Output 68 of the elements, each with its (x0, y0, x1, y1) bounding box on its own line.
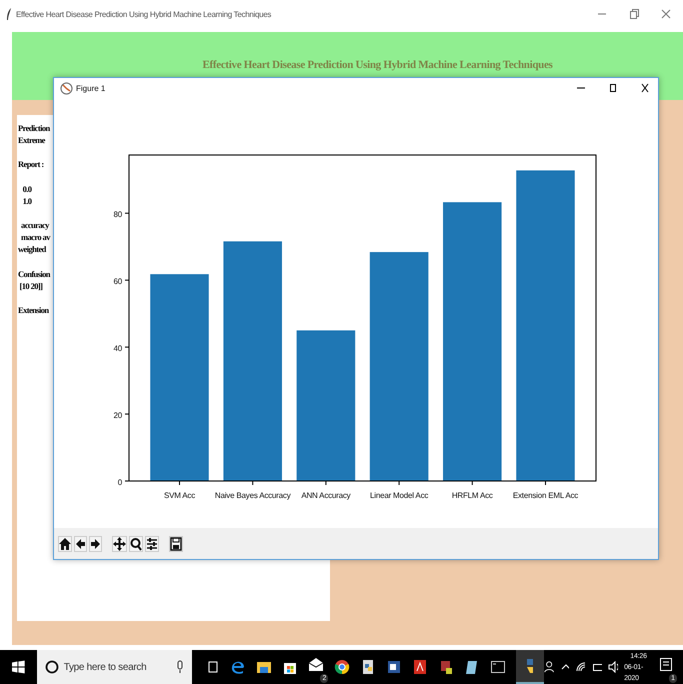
wifi-icon[interactable] (575, 661, 586, 673)
save-icon[interactable] (169, 536, 183, 552)
output-line: Report : (18, 159, 44, 170)
output-line: Extreme (18, 135, 45, 146)
search-field[interactable]: Type here to search (36, 650, 192, 684)
tick-mark (398, 480, 400, 486)
output-line: 0.0 (22, 184, 32, 194)
output-line: Prediction (18, 123, 50, 133)
output-line: weighted (18, 244, 46, 254)
figure-title: Figure 1 (76, 84, 106, 92)
x-tick-label: HRFLM Acc (452, 491, 493, 500)
feather-icon (6, 8, 12, 20)
tick-mark (472, 480, 473, 486)
microphone-icon[interactable] (176, 660, 184, 674)
output-line: [10 20]] (18, 280, 42, 291)
output-line: accuracy (20, 220, 49, 230)
tick-mark (325, 480, 326, 486)
person-icon[interactable] (544, 660, 555, 674)
output-line: 1.0 (22, 196, 32, 206)
pdf-icon[interactable] (412, 659, 428, 675)
tick-mark (124, 212, 130, 214)
window-title: Effective Heart Disease Prediction Using Hybrid Machine Learning Techniques (16, 10, 272, 18)
tick-mark (124, 414, 130, 415)
x-tick-label: SVM Acc (164, 491, 196, 500)
python-app-tab[interactable] (516, 650, 544, 684)
output-line: macro av (20, 232, 50, 242)
browser-e-icon[interactable] (230, 659, 246, 675)
x-tick-label: ANN Accuracy (301, 491, 350, 500)
tick-mark (545, 480, 546, 486)
figure-app-icon (60, 82, 73, 94)
y-tick-label: 0 (118, 478, 122, 487)
x-tick-label: Linear Model Acc (370, 491, 428, 500)
notification-icon[interactable] (659, 656, 674, 672)
cortana-circle-icon (44, 660, 59, 674)
back-arrow-icon[interactable] (74, 536, 87, 552)
close-icon[interactable] (640, 83, 650, 93)
home-icon[interactable] (58, 536, 72, 552)
x-tick-label: Extension EML Acc (512, 491, 578, 500)
output-line: Extension (18, 304, 48, 315)
y-tick-label: 40 (114, 344, 122, 354)
forward-arrow-icon[interactable] (89, 536, 102, 552)
word-icon[interactable] (386, 659, 402, 675)
windows-start-icon[interactable] (12, 660, 25, 674)
tick-mark (252, 480, 254, 486)
restore-icon[interactable] (629, 9, 639, 19)
sliders-icon[interactable] (145, 536, 159, 552)
y-tick-label: 60 (114, 277, 122, 286)
tick-mark (124, 280, 130, 281)
tick-mark (179, 480, 180, 486)
installer-icon[interactable] (438, 659, 454, 675)
tick-mark (124, 480, 130, 482)
y-tick-label: 80 (114, 210, 122, 220)
speaker-icon[interactable] (608, 661, 618, 673)
x-tick-label: Naive Bayes Accuracy (214, 491, 290, 500)
chrome-circle-icon[interactable] (334, 659, 350, 675)
folder-icon[interactable] (256, 659, 272, 675)
battery-icon[interactable] (592, 661, 602, 673)
header-title: Effective Heart Disease Prediction Using Hybrid Machine Learning Techniques (202, 59, 553, 72)
envelope-icon[interactable] (308, 656, 324, 672)
terminal-icon[interactable] (490, 659, 506, 675)
tick-mark (124, 346, 130, 348)
pan-icon[interactable] (112, 536, 127, 552)
chevron-up-icon[interactable] (560, 662, 570, 672)
y-tick-label: 20 (114, 411, 122, 420)
task-view-icon[interactable] (206, 660, 220, 674)
maximize-icon[interactable] (608, 83, 618, 93)
output-line: Confusion (18, 268, 50, 278)
zoom-icon[interactable] (129, 536, 143, 552)
